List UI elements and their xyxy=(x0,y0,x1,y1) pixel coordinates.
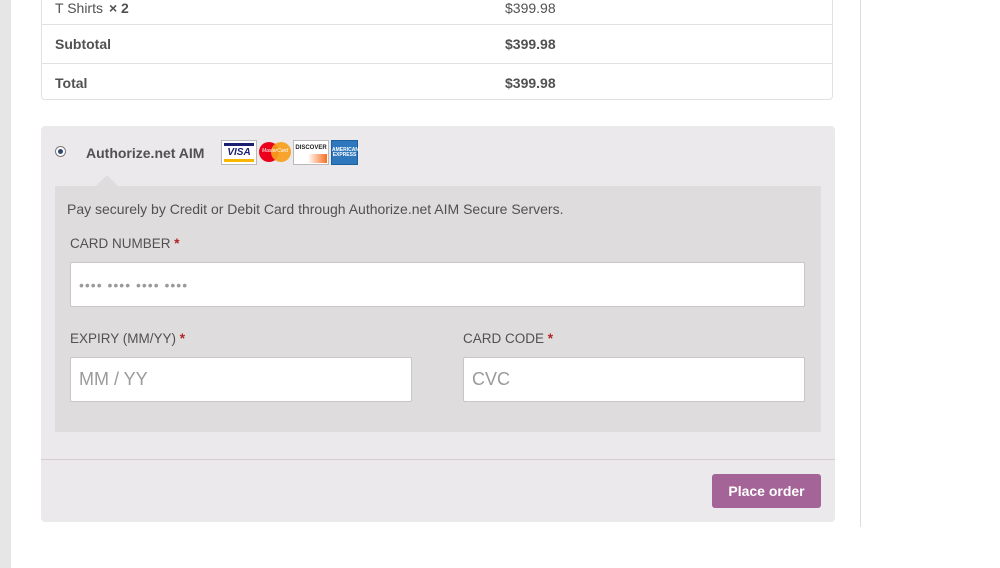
page-left-gutter xyxy=(0,0,11,568)
expiry-label: EXPIRY (MM/YY) * xyxy=(70,331,186,346)
required-mark: * xyxy=(179,331,186,346)
product-name: T Shirts × 2 xyxy=(55,0,129,16)
discover-card-icon: DISCOVER xyxy=(293,140,329,165)
payment-divider xyxy=(41,459,835,460)
payment-description: Pay securely by Credit or Debit Card thr… xyxy=(67,201,564,217)
total-label: Total xyxy=(55,75,88,91)
payment-section: Authorize.net AIM VISA MasterCard DISCOV… xyxy=(41,126,835,522)
product-quantity: × 2 xyxy=(108,0,129,16)
required-mark: * xyxy=(547,331,554,346)
payment-method-label[interactable]: Authorize.net AIM xyxy=(86,145,204,161)
content-divider xyxy=(860,0,861,527)
table-row: T Shirts × 2 $399.98 xyxy=(42,0,832,24)
mastercard-icon: MasterCard xyxy=(258,140,292,165)
payment-fields-panel: Pay securely by Credit or Debit Card thr… xyxy=(55,175,821,432)
expiry-input[interactable] xyxy=(70,357,412,402)
panel-pointer xyxy=(96,175,118,186)
payment-method-radio[interactable] xyxy=(55,146,66,157)
card-code-label: CARD CODE * xyxy=(463,331,554,346)
subtotal-label: Subtotal xyxy=(55,36,111,52)
amex-card-icon: AMERICAN EXPRESS xyxy=(331,140,359,165)
total-value: $399.98 xyxy=(505,75,556,91)
required-mark: * xyxy=(174,236,180,251)
table-row: Total $399.98 xyxy=(42,63,832,103)
table-row: Subtotal $399.98 xyxy=(42,24,832,64)
order-review-table: T Shirts × 2 $399.98 Subtotal $399.98 Tot… xyxy=(41,0,833,100)
subtotal-value: $399.98 xyxy=(505,36,556,52)
card-number-label: CARD NUMBER * xyxy=(70,236,180,251)
card-number-input[interactable] xyxy=(70,262,805,307)
visa-card-icon: VISA xyxy=(221,140,257,165)
radio-selected-dot xyxy=(58,149,63,154)
product-total: $399.98 xyxy=(505,0,556,16)
card-code-input[interactable] xyxy=(463,357,805,402)
place-order-button[interactable]: Place order xyxy=(712,474,821,508)
